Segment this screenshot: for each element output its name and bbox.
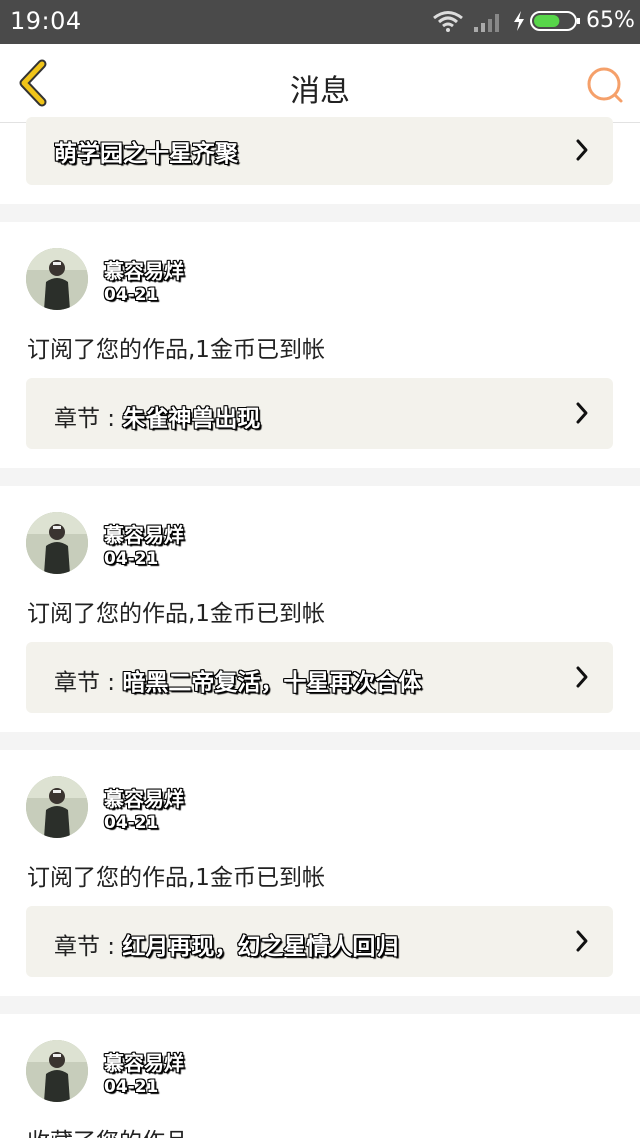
chapter-line: 章节 : 朱雀神兽出现 (54, 399, 260, 433)
message-text: 订阅了您的作品,1金币已到帐 (27, 865, 325, 891)
status-time: 19:04 (10, 7, 82, 35)
chapter-label: 章节 : (54, 670, 123, 696)
status-bar: 19:04 65% (0, 0, 640, 44)
avatar[interactable] (26, 512, 88, 574)
banner-link[interactable]: 萌学园之十星齐聚 (26, 117, 613, 185)
chevron-right-icon (576, 139, 588, 161)
user-name[interactable]: 慕容易烊 (104, 1047, 184, 1076)
chevron-right-icon (576, 666, 588, 688)
message-card: 慕容易烊 04-21 订阅了您的作品,1金币已到帐 章节 : 红月再现，幻之星情… (0, 750, 640, 996)
banner-card: 萌学园之十星齐聚 (0, 117, 640, 204)
battery-percent: 65% (586, 8, 635, 33)
avatar[interactable] (26, 776, 88, 838)
chapter-line: 章节 : 红月再现，幻之星情人回归 (54, 927, 398, 961)
chevron-right-icon (576, 402, 588, 424)
wifi-icon (433, 11, 463, 32)
chapter-link[interactable]: 章节 : 朱雀神兽出现 (26, 378, 613, 449)
chevron-right-icon (576, 930, 588, 952)
chapter-title: 暗黑二帝复活，十星再次合体 (122, 670, 422, 696)
user-name[interactable]: 慕容易烊 (104, 783, 184, 812)
battery-icon (530, 11, 580, 31)
app-header: 消息 (0, 44, 640, 123)
chapter-title: 红月再现，幻之星情人回归 (122, 934, 399, 960)
page-title: 消息 (290, 74, 350, 109)
message-date: 04-21 (104, 285, 159, 305)
chapter-line: 章节 : 暗黑二帝复活，十星再次合体 (54, 663, 421, 697)
message-text: 订阅了您的作品,1金币已到帐 (27, 337, 325, 363)
message-card: 慕容易烊 04-21 订阅了您的作品,1金币已到帐 章节 : 朱雀神兽出现 (0, 222, 640, 468)
avatar[interactable] (26, 1040, 88, 1102)
message-card: 慕容易烊 04-21 订阅了您的作品,1金币已到帐 章节 : 暗黑二帝复活，十星… (0, 486, 640, 732)
user-name[interactable]: 慕容易烊 (104, 519, 184, 548)
search-icon[interactable] (584, 64, 626, 106)
message-text: 订阅了您的作品,1金币已到帐 (27, 601, 325, 627)
banner-title: 萌学园之十星齐聚 (54, 141, 238, 167)
charging-icon (514, 11, 524, 31)
message-text: 收藏了您的作品 (27, 1122, 188, 1138)
user-name[interactable]: 慕容易烊 (104, 255, 184, 284)
chapter-title: 朱雀神兽出现 (122, 406, 261, 432)
message-date: 04-21 (104, 1077, 159, 1097)
message-date: 04-21 (104, 549, 159, 569)
chapter-link[interactable]: 章节 : 暗黑二帝复活，十星再次合体 (26, 642, 613, 713)
chapter-label: 章节 : (54, 934, 123, 960)
message-date: 04-21 (104, 813, 159, 833)
avatar[interactable] (26, 248, 88, 310)
signal-icon (474, 14, 499, 32)
chapter-link[interactable]: 章节 : 红月再现，幻之星情人回归 (26, 906, 613, 977)
message-card: 慕容易烊 04-21 收藏了您的作品 (0, 1014, 640, 1138)
chapter-label: 章节 : (54, 406, 123, 432)
